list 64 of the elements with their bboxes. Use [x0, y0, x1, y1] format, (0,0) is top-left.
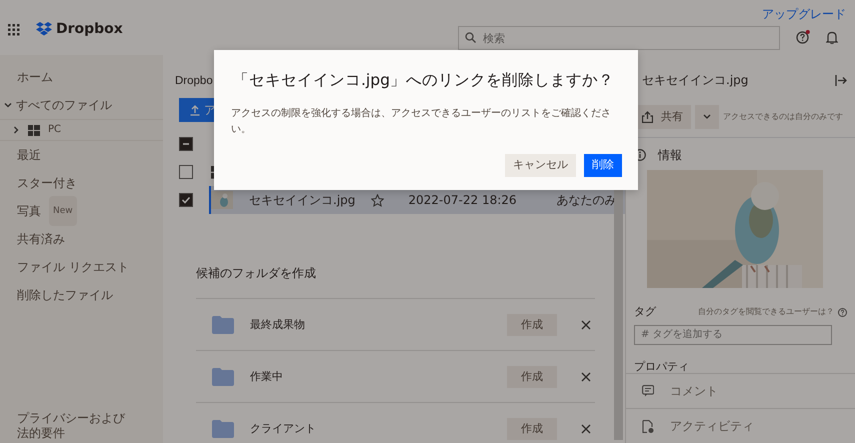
section-title: 候補のフォルダを作成 [196, 265, 317, 282]
row-checkbox[interactable] [179, 193, 193, 208]
tags-help-text: 自分のタグを閲覧できるユーザーは？ [698, 306, 834, 318]
folder-name: 作業中 [250, 368, 284, 384]
upload-icon [190, 104, 200, 116]
folder-name: クライアント [250, 420, 317, 436]
delete-button[interactable]: 削除 [584, 154, 622, 177]
access-note: アクセスできるのは自分のみです [723, 111, 843, 123]
close-panel-icon[interactable] [835, 74, 847, 86]
tag-input[interactable]: # タグを追加する [634, 324, 832, 345]
breadcrumb-text: Dropbo [175, 75, 213, 87]
search-icon [464, 32, 476, 43]
sidebar-item[interactable]: 写真 [17, 197, 41, 225]
modified-date: 2022-07-22 18:26 [408, 192, 517, 210]
folder-icon [212, 316, 234, 334]
folder-icon [212, 368, 234, 386]
help-icon[interactable] [796, 30, 810, 44]
close-icon[interactable] [581, 424, 591, 434]
dialog-message: アクセスの制限を強化する場合は、アクセスできるユーザーのリストをご確認ください。 [231, 106, 612, 137]
bell-icon[interactable] [826, 30, 838, 44]
folder-icon [212, 420, 234, 438]
sidebar-item[interactable]: ホーム [17, 63, 53, 91]
create-button[interactable]: 作成 [507, 418, 557, 440]
search-field[interactable]: 検索 [458, 26, 780, 50]
close-icon[interactable] [581, 372, 591, 382]
file-title: セキセイインコ.jpg [642, 72, 748, 89]
select-all-checkbox[interactable] [179, 137, 193, 152]
caret-icon [703, 114, 711, 120]
section-title: プロパティ [633, 361, 690, 373]
section-title: 情報 [658, 147, 682, 164]
sidebar-item[interactable]: 削除したファイル [17, 281, 113, 309]
sidebar-item[interactable]: 最近 [17, 141, 41, 169]
logo-icon [36, 22, 52, 37]
logo-text: Dropbox [56, 20, 123, 39]
windows-icon [28, 124, 40, 136]
file-name[interactable]: セキセイインコ.jpg [249, 191, 356, 210]
create-button[interactable]: 作成 [507, 314, 557, 336]
privacy-link[interactable]: プライバシーおよび法的要件 [0, 411, 130, 443]
document-clock-icon [642, 420, 654, 432]
apps-menu-icon[interactable] [8, 24, 20, 36]
help-icon[interactable] [838, 308, 847, 317]
sidebar-item[interactable]: すべてのファイル [16, 91, 112, 119]
sidebar-item[interactable]: ファイル リクエスト [17, 253, 129, 281]
image-thumbnail [211, 191, 233, 210]
sidebar-item[interactable]: スター付き [17, 169, 77, 197]
upgrade-link[interactable]: アップグレード [762, 5, 846, 23]
comment-tab[interactable]: コメント [670, 382, 718, 400]
star-icon[interactable] [371, 194, 384, 207]
sidebar-item[interactable]: PC [48, 116, 62, 144]
collapse-chevron-icon[interactable] [4, 101, 12, 109]
comment-icon [642, 384, 654, 398]
cancel-button[interactable]: キャンセル [505, 154, 576, 177]
expand-chevron-icon[interactable] [12, 126, 20, 134]
tags-label: タグ [634, 304, 656, 320]
close-icon[interactable] [581, 320, 591, 330]
sidebar-item[interactable]: 共有済み [17, 225, 65, 253]
activity-tab[interactable]: アクティビティ [670, 417, 754, 435]
new-badge: New [49, 196, 77, 226]
folder-name: 最終成果物 [250, 316, 306, 332]
dialog-title: 「セキセイインコ.jpg」へのリンクを削除しますか？ [233, 70, 614, 91]
create-button[interactable]: 作成 [507, 366, 557, 388]
row-checkbox[interactable] [179, 165, 193, 180]
share-icon [642, 111, 653, 123]
checkmark-icon [181, 195, 191, 206]
